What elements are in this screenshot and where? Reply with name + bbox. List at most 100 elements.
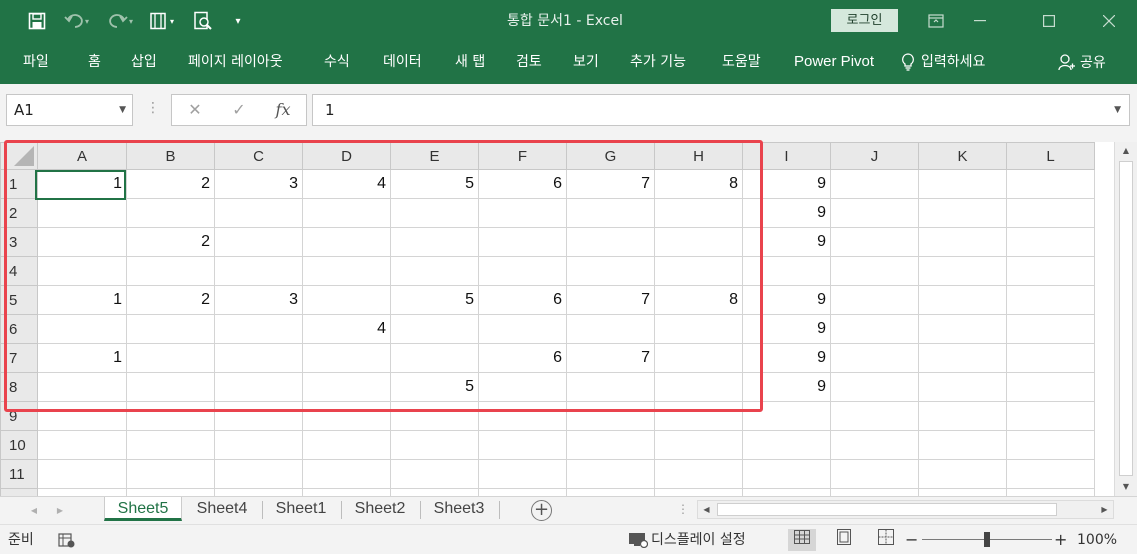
scroll-left-icon[interactable]: ◀ [698, 501, 715, 518]
formula-input[interactable]: 1 ▼ [312, 94, 1130, 126]
vertical-scroll-thumb[interactable] [1119, 161, 1133, 476]
sheet-tab-sheet1[interactable]: Sheet1 [264, 497, 338, 521]
cell[interactable] [126, 314, 215, 344]
column-header[interactable]: E [390, 142, 479, 170]
cell[interactable] [918, 285, 1007, 315]
cell[interactable]: 4 [302, 169, 391, 199]
sheet-tab-sheet5[interactable]: Sheet5 [104, 497, 182, 521]
select-all-corner[interactable] [0, 142, 38, 170]
column-header[interactable]: J [830, 142, 919, 170]
cell[interactable] [1006, 314, 1095, 344]
column-header[interactable]: F [478, 142, 567, 170]
cell[interactable] [742, 256, 831, 286]
cell[interactable] [830, 285, 919, 315]
cancel-icon[interactable]: ✕ [180, 95, 210, 125]
name-box[interactable]: A1 ▼ [6, 94, 133, 126]
tab-add-ins[interactable]: 추가 기능 [630, 42, 686, 82]
cell[interactable]: 2 [126, 285, 215, 315]
cell[interactable] [566, 314, 655, 344]
cell[interactable]: 8 [654, 285, 743, 315]
cell[interactable] [126, 256, 215, 286]
cell[interactable] [302, 285, 391, 315]
cell[interactable] [918, 459, 1007, 489]
horizontal-scrollbar[interactable]: ◀ ▶ [697, 500, 1114, 519]
cell[interactable] [390, 430, 479, 460]
cell[interactable] [1006, 169, 1095, 199]
row-header[interactable]: 11 [0, 459, 38, 489]
cell[interactable] [478, 488, 567, 496]
cell[interactable]: 1 [37, 285, 127, 315]
cell[interactable] [654, 314, 743, 344]
cell[interactable] [918, 401, 1007, 431]
close-icon[interactable] [1086, 0, 1132, 42]
cell[interactable] [478, 430, 567, 460]
cell[interactable] [1006, 372, 1095, 402]
cell[interactable] [830, 430, 919, 460]
cell[interactable] [302, 401, 391, 431]
cell[interactable] [742, 430, 831, 460]
sheet-tab-sheet2[interactable]: Sheet2 [342, 497, 418, 521]
cell[interactable] [654, 430, 743, 460]
cell[interactable] [390, 401, 479, 431]
cell[interactable]: 7 [566, 285, 655, 315]
cell[interactable]: 6 [478, 343, 567, 373]
sheet-tab-sheet4[interactable]: Sheet4 [184, 497, 260, 521]
column-header[interactable]: I [742, 142, 831, 170]
cell-table[interactable]: ABCDEFGHIJKL 112345678929329451235678964… [0, 142, 1095, 496]
customize-icon[interactable]: ▾ [228, 0, 248, 42]
cell[interactable] [918, 430, 1007, 460]
cell[interactable] [918, 227, 1007, 257]
sheet-next-icon[interactable]: ▶ [50, 501, 70, 521]
cell[interactable]: 3 [214, 285, 303, 315]
name-box-dropdown-icon[interactable]: ▼ [119, 95, 126, 125]
cell[interactable] [1006, 459, 1095, 489]
cell[interactable] [566, 227, 655, 257]
cell[interactable] [1006, 198, 1095, 228]
add-sheet-button[interactable]: + [531, 500, 552, 521]
tab-power-pivot[interactable]: Power Pivot [794, 42, 874, 82]
cell[interactable] [654, 227, 743, 257]
form-icon[interactable]: ▾ [146, 0, 182, 42]
cell[interactable] [654, 459, 743, 489]
cell[interactable] [214, 256, 303, 286]
cell[interactable] [126, 488, 215, 496]
cell[interactable] [830, 314, 919, 344]
cell[interactable] [214, 227, 303, 257]
row-header[interactable]: 12 [0, 488, 38, 496]
column-header[interactable]: D [302, 142, 391, 170]
cell[interactable] [390, 314, 479, 344]
cell[interactable]: 5 [390, 285, 479, 315]
cell[interactable] [478, 198, 567, 228]
cell[interactable] [918, 488, 1007, 496]
cell[interactable] [918, 256, 1007, 286]
cell[interactable] [37, 256, 127, 286]
row-header[interactable]: 4 [0, 256, 38, 286]
row-header[interactable]: 8 [0, 372, 38, 402]
tab-file[interactable]: 파일 [23, 42, 49, 82]
cell[interactable] [566, 430, 655, 460]
cell[interactable]: 9 [742, 198, 831, 228]
row-header[interactable]: 9 [0, 401, 38, 431]
zoom-out-button[interactable]: − [905, 525, 918, 554]
cell[interactable] [214, 459, 303, 489]
cell[interactable]: 9 [742, 343, 831, 373]
tab-split-handle-icon[interactable]: ⋮ [677, 502, 689, 516]
tab-data[interactable]: 데이터 [383, 42, 422, 82]
cell[interactable] [918, 198, 1007, 228]
cell[interactable]: 8 [654, 169, 743, 199]
scroll-right-icon[interactable]: ▶ [1096, 501, 1113, 518]
page-break-view-icon[interactable] [872, 529, 900, 551]
cell[interactable] [830, 372, 919, 402]
expand-formula-icon[interactable]: ▼ [1114, 95, 1121, 125]
row-header[interactable]: 6 [0, 314, 38, 344]
cell[interactable] [566, 459, 655, 489]
macro-record-icon[interactable] [58, 525, 76, 554]
cell[interactable] [126, 343, 215, 373]
enter-icon[interactable]: ✓ [224, 95, 254, 125]
column-header[interactable]: C [214, 142, 303, 170]
cell[interactable] [830, 198, 919, 228]
row-header[interactable]: 1 [0, 169, 38, 199]
cell[interactable] [302, 459, 391, 489]
cell[interactable] [37, 314, 127, 344]
cell[interactable] [742, 488, 831, 496]
